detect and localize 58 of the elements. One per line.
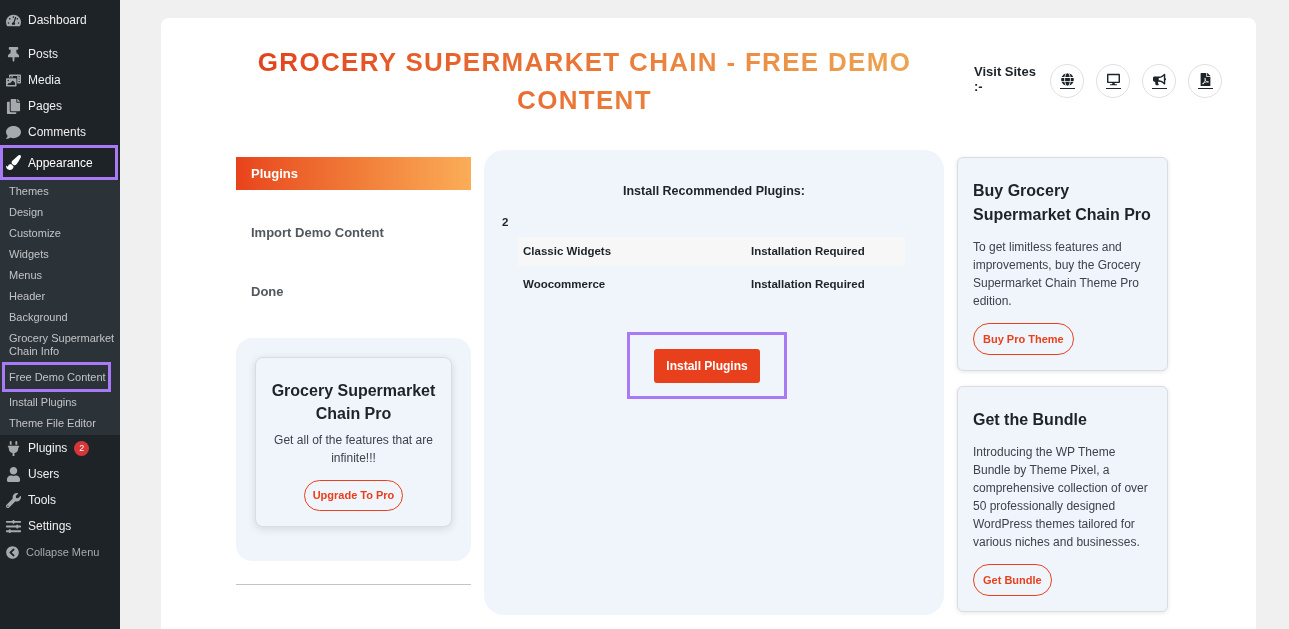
- promo-card-title: Get the Bundle: [973, 410, 1087, 430]
- site-link-button[interactable]: [1096, 64, 1130, 98]
- plugin-name: Classic Widgets: [522, 243, 613, 259]
- documents-icon: [6, 98, 21, 114]
- step-tab[interactable]: Done: [236, 275, 471, 308]
- sidebar-item[interactable]: Appearance: [0, 145, 118, 180]
- site-link-button[interactable]: [1142, 64, 1176, 98]
- step-tab[interactable]: Import Demo Content: [236, 216, 471, 249]
- submenu-item[interactable]: Install Plugins: [0, 392, 120, 413]
- sidebar-item[interactable]: Settings: [0, 513, 120, 539]
- globe-icon: [1059, 73, 1075, 89]
- paintbrush-icon: [6, 155, 21, 170]
- promo-card-text: To get limitless features and improvements, buy the Grocery Supermarket Chain Theme Pro edition.: [973, 239, 1142, 310]
- submenu-item[interactable]: Menus: [0, 265, 120, 286]
- megaphone-icon: [1151, 73, 1167, 89]
- sidebar-item[interactable]: Comments: [0, 119, 120, 145]
- install-plugins-button[interactable]: Install Plugins: [654, 348, 760, 383]
- sidebar-item[interactable]: Dashboard: [0, 7, 120, 33]
- submenu-item[interactable]: Theme File Editor: [0, 413, 120, 434]
- collapse-menu-button[interactable]: Collapse Menu: [0, 539, 120, 565]
- promo-card-title: Buy Grocery Supermarket Chain Pro: [973, 181, 1152, 225]
- photos-icon: [6, 72, 21, 88]
- sidebar-item[interactable]: Plugins 2: [0, 435, 120, 461]
- sidebar-item[interactable]: Users: [0, 461, 120, 487]
- sidebar-item[interactable]: Posts: [0, 41, 120, 67]
- sidebar-item[interactable]: Media: [0, 67, 120, 93]
- submenu-item[interactable]: Free Demo Content: [2, 362, 111, 392]
- user-icon: [6, 466, 21, 482]
- submenu-item[interactable]: Customize: [0, 223, 120, 244]
- comment-icon: [6, 124, 21, 140]
- sidebar-item[interactable]: Pages: [0, 93, 120, 119]
- plug-icon: [6, 440, 21, 456]
- pushpin-icon: [6, 46, 21, 62]
- pdf-file-icon: [1197, 73, 1213, 89]
- submenu-item[interactable]: Themes: [0, 181, 120, 202]
- plugin-status: Installation Required: [751, 243, 865, 259]
- step-tab[interactable]: Plugins: [236, 157, 471, 190]
- plugin-status: Installation Required: [751, 276, 865, 292]
- submenu-item[interactable]: Design: [0, 202, 120, 223]
- plugin-name: Woocommerce: [522, 276, 607, 292]
- sliders-icon: [6, 518, 21, 534]
- site-link-button[interactable]: [1050, 64, 1084, 98]
- site-link-button[interactable]: [1188, 64, 1222, 98]
- sidebar-item[interactable]: Tools: [0, 487, 120, 513]
- count-badge: 2: [74, 440, 90, 456]
- submenu-item[interactable]: Header: [0, 286, 120, 307]
- pro-card-title: Grocery Supermarket Chain Pro: [270, 381, 437, 424]
- submenu-item[interactable]: Widgets: [0, 244, 120, 265]
- gauge-icon: [6, 12, 21, 28]
- plugin-count: 2: [502, 215, 509, 230]
- promo-card-text: Introducing the WP Theme Bundle by Theme Pixel, a comprehensive collection of over 50 professionally designed WordPress themes tailored for various niches and businesses.: [973, 444, 1149, 551]
- desktop-icon: [1105, 73, 1121, 89]
- submenu-item[interactable]: Background: [0, 307, 120, 328]
- plugins-heading: Install Recommended Plugins:: [622, 183, 806, 199]
- pro-card-text: Get all of the features that are infinite!!!: [273, 432, 434, 467]
- wrench-icon: [6, 492, 21, 508]
- submenu-item[interactable]: Grocery Supermarket Chain Info: [0, 328, 120, 362]
- visit-sites-label: Visit Sites :-: [974, 64, 1037, 94]
